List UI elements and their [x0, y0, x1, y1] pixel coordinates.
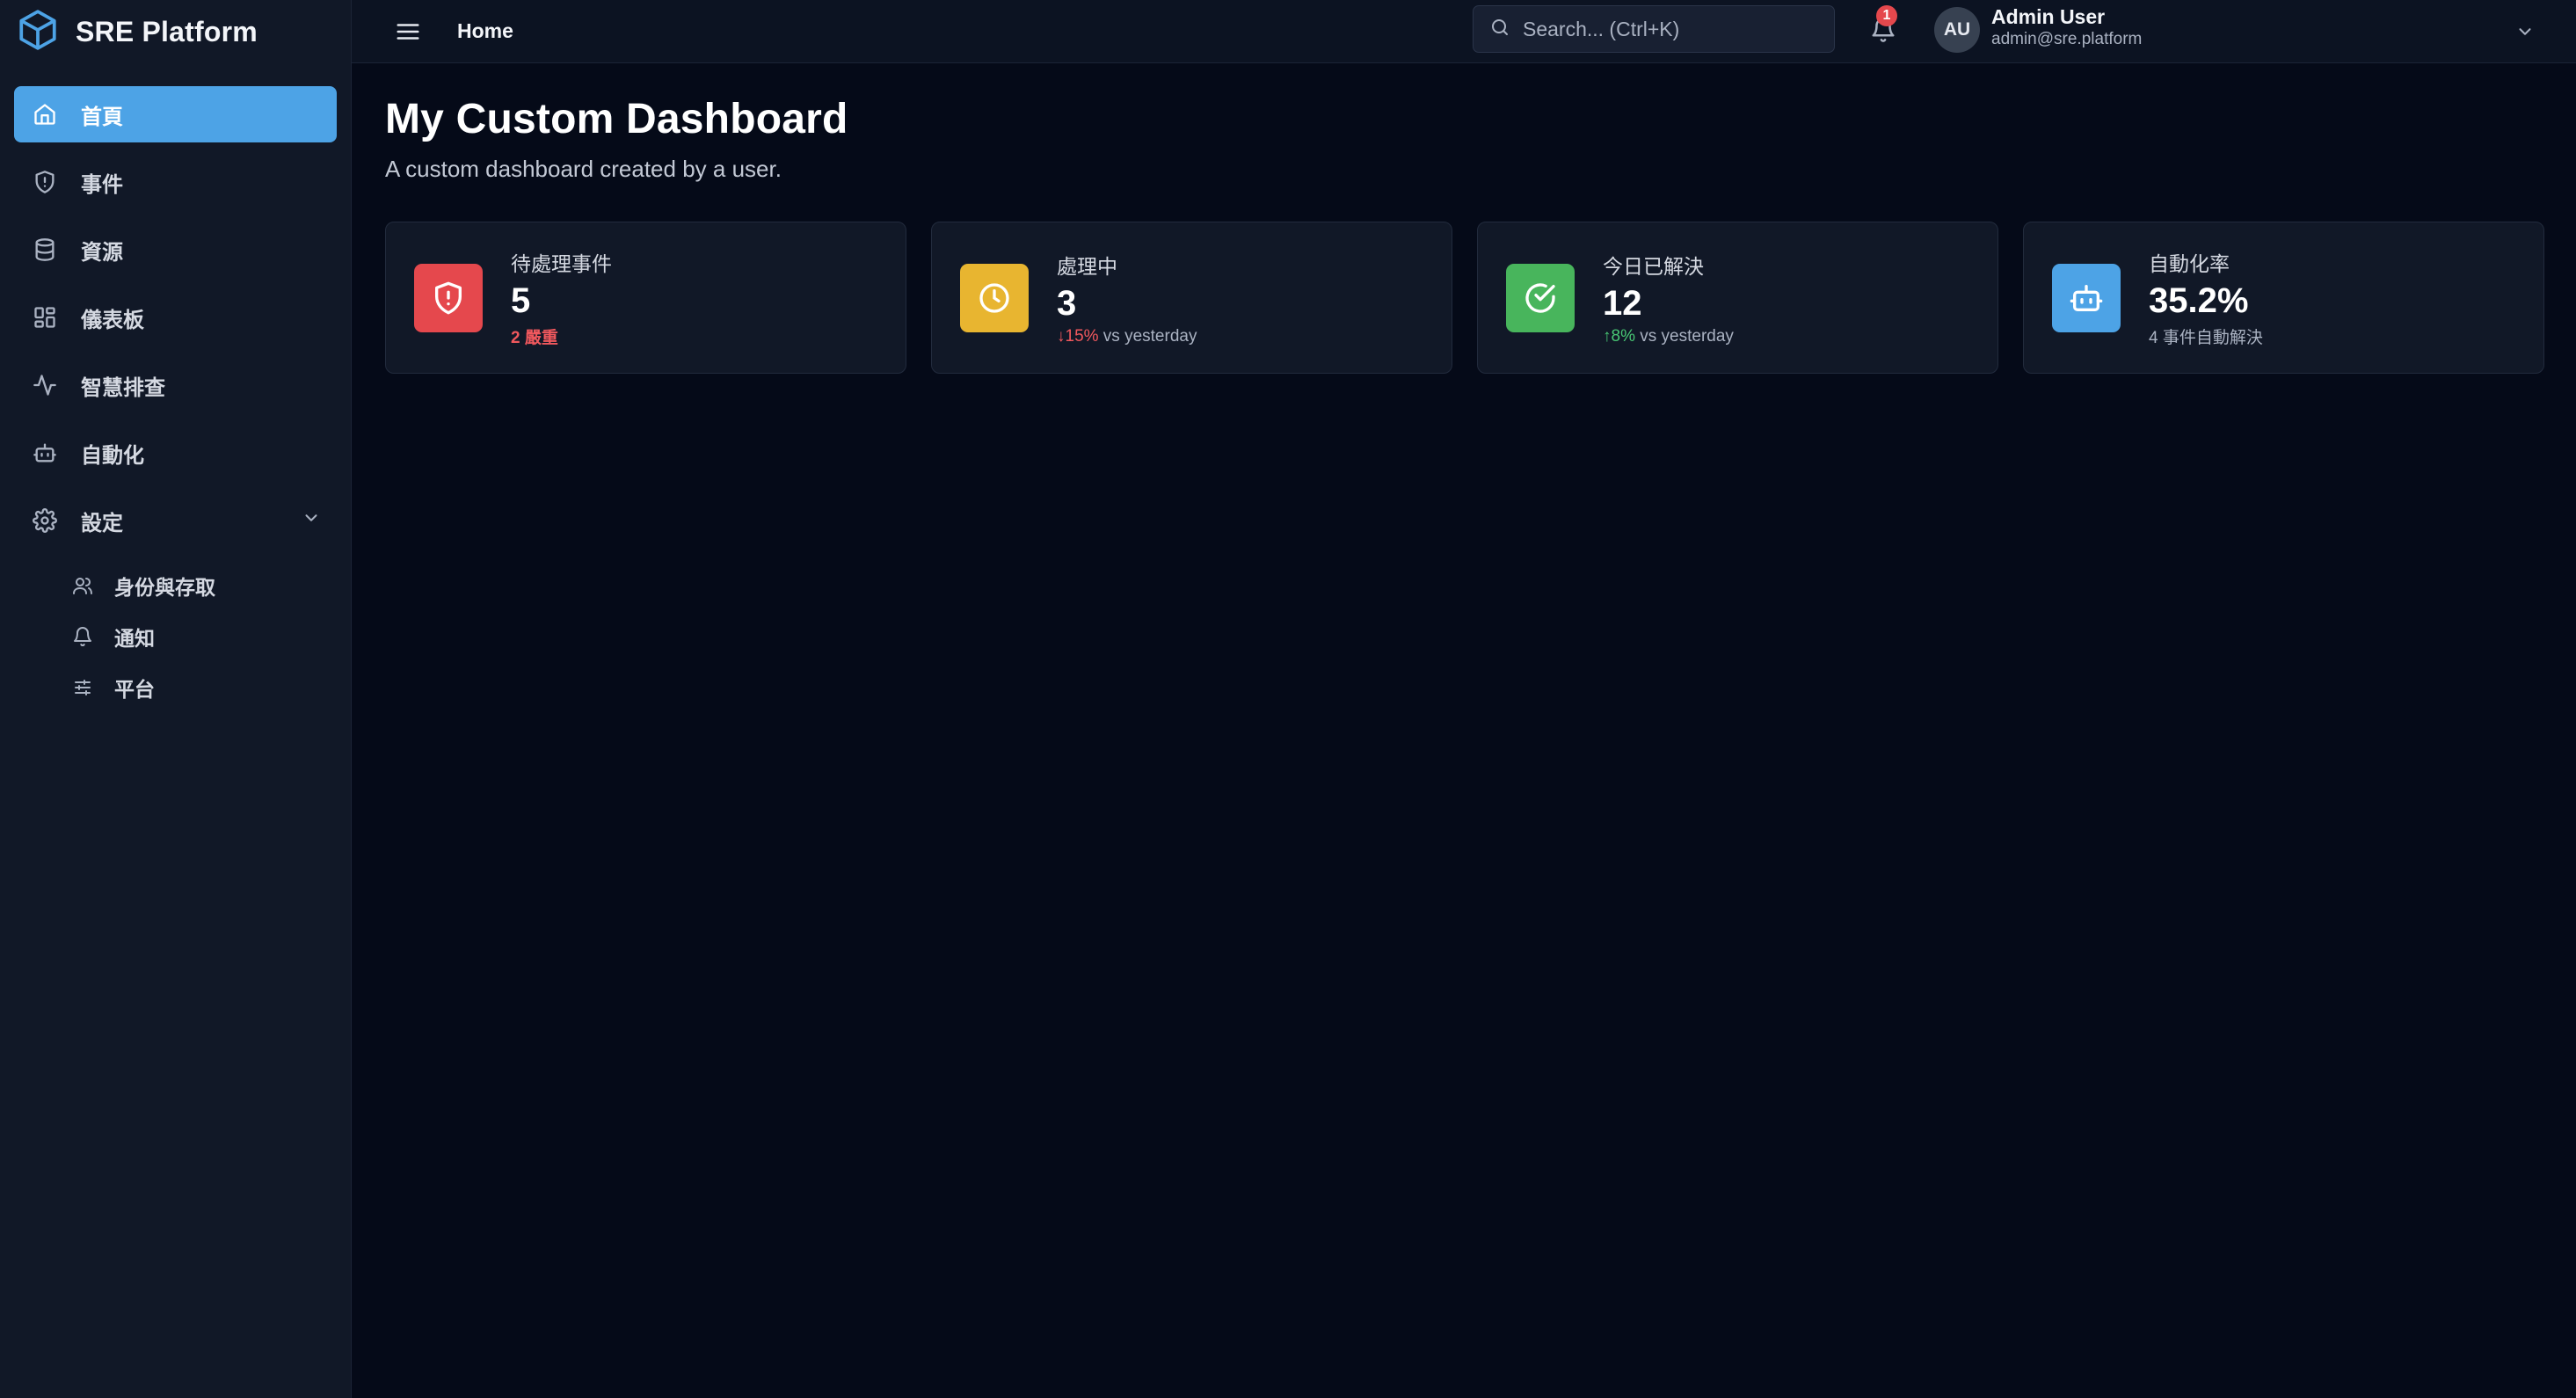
- user-name: Admin User: [1991, 5, 2106, 28]
- check-circle-icon: [1506, 263, 1575, 332]
- sidebar-item-label: 事件: [81, 172, 123, 197]
- sidebar-subitem-label: 身份與存取: [114, 576, 215, 599]
- sidebar-subitem-platform[interactable]: 平台: [56, 662, 337, 713]
- sidebar-item-label: 資源: [81, 240, 123, 265]
- stat-footnote: 2 嚴重: [511, 324, 612, 348]
- page-header: My Custom Dashboard A custom dashboard c…: [385, 95, 848, 183]
- topbar: Home: [352, 0, 2576, 63]
- stat-label: 自動化率: [2149, 252, 2230, 275]
- cube-logo-icon: [16, 8, 60, 56]
- stat-cards: 待處理事件 5 2 嚴重 處理中 3 ↓15% vs yesterday 今日已…: [385, 222, 2544, 374]
- stat-trend-down: ↓15%: [1057, 326, 1099, 346]
- stat-footnote-text: 4 事件自動解決: [2149, 329, 2263, 347]
- chevron-down-icon[interactable]: [302, 508, 321, 534]
- sidebar-item-label: 首頁: [81, 105, 123, 129]
- breadcrumb[interactable]: Home: [457, 19, 513, 43]
- stat-value: 12: [1603, 283, 1642, 323]
- stat-card-resolved-today[interactable]: 今日已解決 12 ↑8% vs yesterday: [1477, 222, 1998, 374]
- gear-icon: [30, 506, 60, 535]
- brand-name: SRE Platform: [76, 15, 258, 47]
- page-title: My Custom Dashboard: [385, 96, 848, 142]
- user-info[interactable]: Admin User admin@sre.platform: [1991, 5, 2142, 49]
- clock-icon: [960, 263, 1029, 332]
- grid-icon: [30, 302, 60, 332]
- sliders-icon: [70, 675, 95, 700]
- stat-footnote: ↓15% vs yesterday: [1057, 327, 1197, 346]
- sidebar-item-home[interactable]: 首頁: [14, 86, 337, 142]
- sidebar: SRE Platform 首頁 事件 資源 儀表板 智慧排查 自動化 設定 身份…: [0, 0, 352, 1398]
- robot-icon: [2052, 263, 2121, 332]
- sidebar-subitem-identity-access[interactable]: 身份與存取: [56, 560, 337, 611]
- sidebar-item-automation[interactable]: 自動化: [14, 425, 337, 481]
- sidebar-subitem-label: 通知: [114, 627, 155, 650]
- sidebar-subitem-notifications[interactable]: 通知: [56, 611, 337, 662]
- brand[interactable]: SRE Platform: [0, 0, 351, 63]
- stat-trend-up: ↑8%: [1603, 326, 1635, 346]
- stat-footnote-text: vs yesterday: [1634, 326, 1734, 346]
- sidebar-item-label: 智慧排查: [81, 375, 165, 400]
- sidebar-item-label: 設定: [81, 511, 123, 535]
- avatar[interactable]: AU: [1934, 7, 1980, 53]
- sidebar-item-settings[interactable]: 設定: [14, 492, 337, 549]
- stat-card-in-progress[interactable]: 處理中 3 ↓15% vs yesterday: [931, 222, 1452, 374]
- page-subtitle: A custom dashboard created by a user.: [385, 156, 782, 182]
- stat-card-automation-rate[interactable]: 自動化率 35.2% 4 事件自動解決: [2023, 222, 2544, 374]
- menu-icon[interactable]: [394, 18, 422, 46]
- stat-card-pending-incidents[interactable]: 待處理事件 5 2 嚴重: [385, 222, 906, 374]
- stat-footnote-text: vs yesterday: [1098, 326, 1197, 346]
- stat-footnote: ↑8% vs yesterday: [1603, 327, 1734, 346]
- sidebar-item-label: 自動化: [81, 443, 144, 468]
- stat-label: 處理中: [1057, 254, 1117, 278]
- home-icon: [30, 99, 60, 129]
- activity-icon: [30, 370, 60, 400]
- search-input[interactable]: [1523, 17, 1813, 41]
- bell-icon: [70, 624, 95, 649]
- sidebar-item-resources[interactable]: 資源: [14, 222, 337, 278]
- shield-alert-icon: [30, 167, 60, 197]
- settings-submenu: 身份與存取 通知 平台: [14, 560, 337, 713]
- shield-alert-icon: [414, 263, 483, 332]
- stat-value: 35.2%: [2149, 281, 2249, 320]
- database-icon: [30, 235, 60, 265]
- sidebar-nav: 首頁 事件 資源 儀表板 智慧排查 自動化 設定 身份與存取 通知 平台: [0, 63, 351, 713]
- stat-value: 5: [511, 281, 531, 320]
- stat-label: 今日已解決: [1603, 254, 1704, 278]
- sidebar-item-incidents[interactable]: 事件: [14, 154, 337, 210]
- users-icon: [70, 573, 95, 598]
- stat-value: 3: [1057, 283, 1077, 323]
- sidebar-item-label: 儀表板: [81, 308, 144, 332]
- user-email: admin@sre.platform: [1991, 29, 2143, 48]
- stat-footnote: 4 事件自動解決: [2149, 324, 2263, 348]
- stat-label: 待處理事件: [511, 252, 612, 275]
- robot-icon: [30, 438, 60, 468]
- search-box[interactable]: [1473, 5, 1835, 53]
- notification-count-badge: 1: [1876, 5, 1897, 26]
- stat-critical-count: 2 嚴重: [511, 329, 558, 347]
- sidebar-subitem-label: 平台: [114, 678, 155, 701]
- search-icon: [1489, 17, 1510, 42]
- sidebar-item-smart-troubleshoot[interactable]: 智慧排查: [14, 357, 337, 413]
- chevron-down-icon[interactable]: [2513, 19, 2537, 44]
- sidebar-item-dashboards[interactable]: 儀表板: [14, 289, 337, 346]
